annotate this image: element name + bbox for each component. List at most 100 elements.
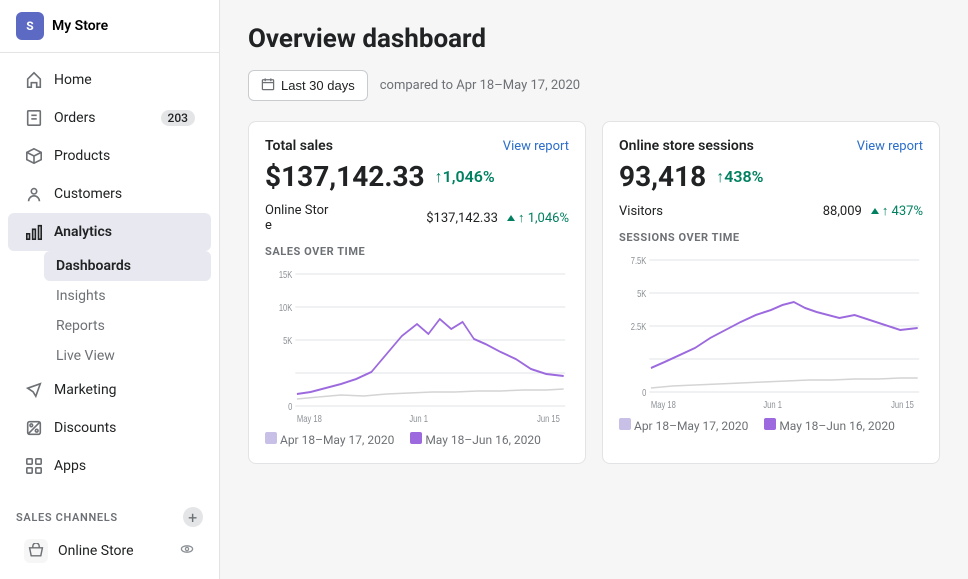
sessions-chart-legend: Apr 18–May 17, 2020 May 18–Jun 16, 2020 <box>619 418 923 433</box>
online-store-label: Online Store <box>58 543 134 559</box>
sessions-legend-curr: May 18–Jun 16, 2020 <box>764 418 895 433</box>
sessions-legend-prev: Apr 18–May 17, 2020 <box>619 418 748 433</box>
channel-online-store[interactable]: Online Store <box>8 531 211 571</box>
sidebar-item-analytics[interactable]: Analytics <box>8 213 211 251</box>
sidebar-item-live-view[interactable]: Live View <box>44 341 211 371</box>
online-store-sub-change: ↑ 1,046% <box>506 210 569 226</box>
svg-text:5K: 5K <box>637 288 646 299</box>
sales-chart-legend: Apr 18–May 17, 2020 May 18–Jun 16, 2020 <box>265 432 569 447</box>
sidebar-item-reports[interactable]: Reports <box>44 311 211 341</box>
home-icon <box>24 70 44 90</box>
sidebar-item-discounts[interactable]: Discounts <box>8 409 211 447</box>
sales-channels-label: SALES CHANNELS <box>16 511 118 524</box>
channel-facebook[interactable]: f Facebook <box>8 571 211 579</box>
sessions-value: 93,418 ↑438% <box>619 160 923 193</box>
visitors-sub-value: 88,009 <box>823 204 862 219</box>
sidebar-item-insights[interactable]: Insights <box>44 281 211 311</box>
dashboards-label: Dashboards <box>56 258 131 274</box>
page-title: Overview dashboard <box>248 24 940 54</box>
store-header: S My Store <box>0 0 219 53</box>
online-store-sub-value: $137,142.33 <box>426 211 498 226</box>
sales-chart: 15K 10K 5K 0 May 18 Jun 1 Jun 15 <box>265 264 569 424</box>
total-sales-value: $137,142.33 ↑1,046% <box>265 160 569 193</box>
sidebar-item-apps[interactable]: Apps <box>8 447 211 485</box>
products-icon <box>24 146 44 166</box>
marketing-icon <box>24 380 44 400</box>
svg-text:0: 0 <box>642 387 646 398</box>
sessions-header: Online store sessions View report <box>619 138 923 154</box>
sessions-title: Online store sessions <box>619 138 754 154</box>
orders-badge: 203 <box>161 110 195 126</box>
cards-row: Total sales View report $137,142.33 ↑1,0… <box>248 121 940 464</box>
total-sales-view-report[interactable]: View report <box>503 139 569 154</box>
orders-icon <box>24 108 44 128</box>
total-sales-sub: Online Store $137,142.33 ↑ 1,046% <box>265 203 569 233</box>
customers-label: Customers <box>54 186 122 202</box>
analytics-label: Analytics <box>54 224 112 240</box>
sessions-legend-dot-prev <box>619 418 631 430</box>
analytics-submenu: Dashboards Insights Reports Live View <box>0 251 219 371</box>
visitors-sub-change: ↑ 437% <box>870 203 923 219</box>
svg-text:Jun 1: Jun 1 <box>763 399 782 410</box>
svg-text:Jun 15: Jun 15 <box>891 399 914 410</box>
eye-icon[interactable] <box>179 541 195 561</box>
online-store-sub-label: Online Store <box>265 203 418 233</box>
products-label: Products <box>54 148 110 164</box>
apps-icon <box>24 456 44 476</box>
sessions-chart-label: SESSIONS OVER TIME <box>619 231 923 244</box>
discounts-label: Discounts <box>54 420 116 436</box>
svg-text:2.5K: 2.5K <box>631 321 647 332</box>
date-filter-label: Last 30 days <box>281 78 355 93</box>
svg-text:Jun 1: Jun 1 <box>409 413 428 424</box>
sales-channels-header: SALES CHANNELS + <box>0 493 219 531</box>
sessions-change: ↑438% <box>716 167 763 187</box>
total-sales-header: Total sales View report <box>265 138 569 154</box>
store-name: My Store <box>52 18 108 34</box>
date-filter-button[interactable]: Last 30 days <box>248 70 368 101</box>
filter-row: Last 30 days compared to Apr 18–May 17, … <box>248 70 940 101</box>
sidebar-item-products[interactable]: Products <box>8 137 211 175</box>
home-label: Home <box>54 72 92 88</box>
online-store-icon <box>24 539 48 563</box>
store-logo: S <box>16 12 44 40</box>
customers-icon <box>24 184 44 204</box>
svg-text:10K: 10K <box>279 302 293 313</box>
legend-dot-curr <box>410 432 422 444</box>
svg-text:0: 0 <box>288 401 292 412</box>
nav-list: Home Orders 203 Products Customers <box>0 53 219 493</box>
total-sales-change: ↑1,046% <box>435 167 495 187</box>
sidebar-item-home[interactable]: Home <box>8 61 211 99</box>
svg-text:May 18: May 18 <box>297 413 322 424</box>
svg-text:May 18: May 18 <box>651 399 676 410</box>
compare-text: compared to Apr 18–May 17, 2020 <box>380 78 580 93</box>
sidebar-item-orders[interactable]: Orders 203 <box>8 99 211 137</box>
reports-label: Reports <box>56 318 105 334</box>
svg-text:5K: 5K <box>283 335 292 346</box>
svg-text:15K: 15K <box>279 269 293 280</box>
total-sales-title: Total sales <box>265 138 333 154</box>
sidebar: S My Store Home Orders 203 Products <box>0 0 220 579</box>
total-sales-card: Total sales View report $137,142.33 ↑1,0… <box>248 121 586 464</box>
sessions-card: Online store sessions View report 93,418… <box>602 121 940 464</box>
apps-label: Apps <box>54 458 86 474</box>
legend-item-curr: May 18–Jun 16, 2020 <box>410 432 541 447</box>
sales-chart-label: SALES OVER TIME <box>265 245 569 258</box>
sessions-legend-dot-curr <box>764 418 776 430</box>
analytics-icon <box>24 222 44 242</box>
discounts-icon <box>24 418 44 438</box>
sidebar-item-dashboards[interactable]: Dashboards <box>44 251 211 281</box>
visitors-sub-label: Visitors <box>619 204 815 219</box>
main-content: Overview dashboard Last 30 days compared… <box>220 0 968 579</box>
orders-label: Orders <box>54 110 96 126</box>
svg-text:7.5K: 7.5K <box>631 255 647 266</box>
add-channel-button[interactable]: + <box>183 507 203 527</box>
legend-dot-prev <box>265 432 277 444</box>
sessions-view-report[interactable]: View report <box>857 139 923 154</box>
sessions-sub: Visitors 88,009 ↑ 437% <box>619 203 923 219</box>
insights-label: Insights <box>56 288 106 304</box>
calendar-icon <box>261 77 275 94</box>
sidebar-item-marketing[interactable]: Marketing <box>8 371 211 409</box>
sidebar-item-customers[interactable]: Customers <box>8 175 211 213</box>
marketing-label: Marketing <box>54 382 117 398</box>
svg-text:Jun 15: Jun 15 <box>537 413 560 424</box>
